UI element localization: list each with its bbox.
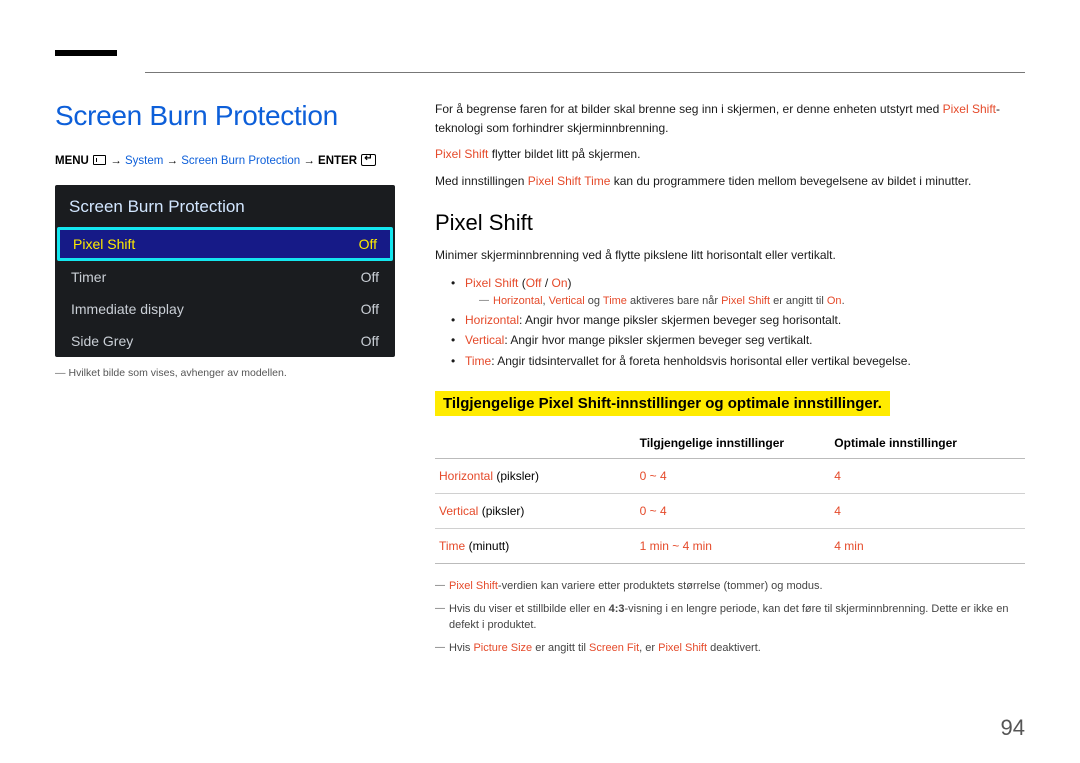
table-row: Horizontal (piksler) 0 ~ 4 4 [435, 459, 1025, 494]
table-row: Time (minutt) 1 min ~ 4 min 4 min [435, 529, 1025, 564]
enter-icon [361, 154, 376, 166]
table-header-empty [435, 428, 636, 459]
section-heading: Pixel Shift [435, 210, 1025, 236]
table-row: Vertical (piksler) 0 ~ 4 4 [435, 494, 1025, 529]
menu-item-side-grey[interactable]: Side Grey Off [55, 325, 395, 357]
menu-item-timer[interactable]: Timer Off [55, 261, 395, 293]
highlight-heading: Tilgjengelige Pixel Shift-innstillinger … [435, 391, 890, 416]
intro-paragraph-2: Pixel Shift flytter bildet litt på skjer… [435, 145, 1025, 164]
page-number: 94 [1001, 715, 1025, 741]
bullet-vertical: Vertical: Angir hvor mange piksler skjer… [451, 330, 1025, 350]
top-divider [145, 72, 1025, 73]
page-title: Screen Burn Protection [55, 100, 395, 132]
bullet-sub-note: Horizontal, Vertical og Time aktiveres b… [479, 293, 1025, 310]
note-3: Hvis Picture Size er angitt til Screen F… [435, 640, 1025, 657]
bullet-pixel-shift: Pixel Shift (Off / On) Horizontal, Verti… [451, 273, 1025, 310]
breadcrumb: MENU → System → Screen Burn Protection →… [55, 152, 395, 167]
table-header-optimal: Optimale innstillinger [830, 428, 1025, 459]
bullet-list: Pixel Shift (Off / On) Horizontal, Verti… [451, 273, 1025, 371]
notes-block: Pixel Shift-verdien kan variere etter pr… [435, 578, 1025, 656]
section-marker [55, 50, 117, 56]
osd-menu-panel: Screen Burn Protection Pixel Shift Off T… [55, 185, 395, 357]
note-1: Pixel Shift-verdien kan variere etter pr… [435, 578, 1025, 595]
section-subtext: Minimer skjerminnbrenning ved å flytte p… [435, 246, 1025, 265]
menu-icon [93, 155, 106, 165]
bullet-horizontal: Horizontal: Angir hvor mange piksler skj… [451, 310, 1025, 330]
intro-paragraph-3: Med innstillingen Pixel Shift Time kan d… [435, 172, 1025, 191]
menu-item-pixel-shift[interactable]: Pixel Shift Off [57, 227, 393, 261]
panel-footnote: ―Hvilket bilde som vises, avhenger av mo… [55, 367, 395, 379]
bullet-time: Time: Angir tidsintervallet for å foreta… [451, 351, 1025, 371]
menu-item-immediate-display[interactable]: Immediate display Off [55, 293, 395, 325]
settings-table: Tilgjengelige innstillinger Optimale inn… [435, 428, 1025, 564]
osd-menu-title: Screen Burn Protection [55, 185, 395, 227]
table-header-available: Tilgjengelige innstillinger [636, 428, 831, 459]
note-2: Hvis du viser et stillbilde eller en 4:3… [435, 601, 1025, 634]
intro-paragraph-1: For å begrense faren for at bilder skal … [435, 100, 1025, 137]
